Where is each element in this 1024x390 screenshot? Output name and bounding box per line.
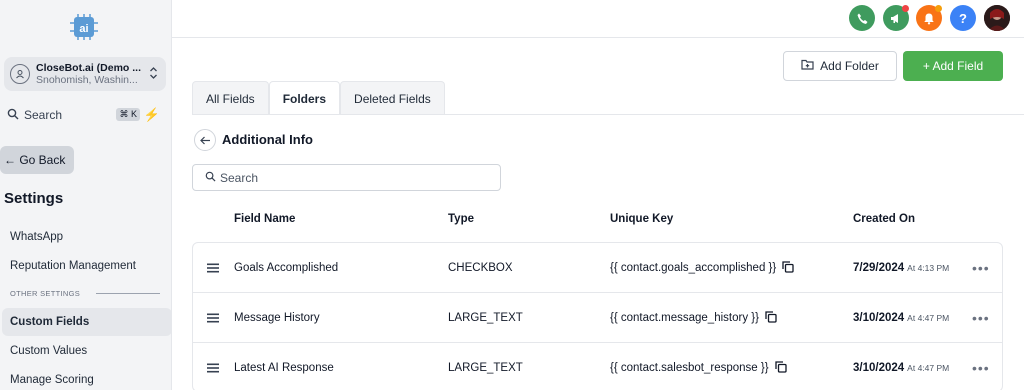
- avatar[interactable]: [984, 5, 1010, 31]
- copy-icon[interactable]: [765, 310, 777, 326]
- header-unique-key: Unique Key: [610, 213, 674, 225]
- megaphone-icon[interactable]: [883, 5, 909, 31]
- sidebar-item-custom-fields[interactable]: Custom Fields: [2, 308, 172, 336]
- sidebar-search[interactable]: Search ⌘ K ⚡: [4, 104, 166, 126]
- bolt-icon[interactable]: ⚡: [144, 107, 160, 123]
- created-time: At 4:47 PM: [907, 363, 950, 373]
- field-key: {{ contact.salesbot_response }}: [610, 362, 769, 374]
- created-time: At 4:47 PM: [907, 313, 950, 323]
- field-type: CHECKBOX: [448, 262, 513, 274]
- field-key-cell: {{ contact.salesbot_response }}: [610, 343, 787, 390]
- copy-icon[interactable]: [774, 360, 787, 376]
- table-row[interactable]: Message History LARGE_TEXT {{ contact.me…: [193, 293, 1002, 343]
- table-row[interactable]: Latest AI Response LARGE_TEXT {{ contact…: [193, 343, 1002, 390]
- drag-handle-icon[interactable]: [207, 343, 219, 390]
- field-name: Latest AI Response: [234, 362, 334, 374]
- more-options-icon[interactable]: •••: [972, 343, 990, 390]
- logo-text: ai: [79, 23, 88, 35]
- back-arrow-icon[interactable]: [194, 129, 216, 151]
- search-shortcut: ⌘ K: [116, 108, 140, 121]
- search-icon: [205, 171, 216, 185]
- created-date: 3/10/2024: [853, 362, 905, 374]
- folder-plus-icon: [801, 59, 814, 73]
- sidebar-item-whatsapp[interactable]: WhatsApp: [2, 223, 172, 251]
- search-icon: [7, 108, 19, 123]
- account-location: Snohomish, Washin...: [36, 74, 138, 86]
- tabs-divider: [192, 114, 1024, 115]
- created-date: 7/29/2024: [853, 262, 905, 274]
- folder-title: Additional Info: [222, 132, 313, 147]
- tab-deleted-fields[interactable]: Deleted Fields: [340, 81, 445, 115]
- created-time: At 4:13 PM: [907, 263, 950, 273]
- top-bar: ?: [172, 0, 1024, 38]
- fields-table: Goals Accomplished CHECKBOX {{ contact.g…: [192, 242, 1003, 390]
- field-type: LARGE_TEXT: [448, 312, 523, 324]
- chevron-updown-icon: [149, 66, 158, 85]
- help-icon[interactable]: ?: [950, 5, 976, 31]
- created-date: 3/10/2024: [853, 312, 905, 324]
- bell-icon[interactable]: [916, 5, 942, 31]
- search-input[interactable]: [220, 170, 480, 185]
- add-folder-button[interactable]: Add Folder: [783, 51, 897, 81]
- created-on-cell: 3/10/2024 At 4:47 PM: [853, 343, 949, 390]
- other-settings-label: OTHER SETTINGS: [10, 289, 81, 298]
- sidebar-search-label: Search: [24, 108, 63, 122]
- field-name: Message History: [234, 312, 320, 324]
- other-settings-divider: OTHER SETTINGS: [10, 289, 160, 298]
- location-icon: [10, 64, 30, 84]
- field-type: LARGE_TEXT: [448, 362, 523, 374]
- app-logo[interactable]: ai: [70, 14, 98, 40]
- main-content: Add Folder + Add Field All Fields Folder…: [172, 38, 1024, 390]
- add-folder-label: Add Folder: [820, 59, 879, 73]
- sidebar: ai CloseBot.ai (Demo ... Snohomish, Wash…: [0, 0, 172, 390]
- created-on-cell: 3/10/2024 At 4:47 PM: [853, 293, 949, 343]
- tab-all-fields[interactable]: All Fields: [192, 81, 269, 115]
- header-created-on: Created On: [853, 213, 915, 225]
- field-name: Goals Accomplished: [234, 262, 339, 274]
- account-switcher[interactable]: CloseBot.ai (Demo ... Snohomish, Washin.…: [4, 57, 166, 91]
- field-key: {{ contact.goals_accomplished }}: [610, 262, 777, 274]
- header-type: Type: [448, 213, 474, 225]
- header-field-name: Field Name: [234, 213, 296, 225]
- sidebar-item-custom-values[interactable]: Custom Values: [2, 337, 172, 365]
- phone-icon[interactable]: [849, 5, 875, 31]
- settings-heading: Settings: [4, 190, 64, 207]
- account-name: CloseBot.ai (Demo ...: [36, 62, 142, 74]
- drag-handle-icon[interactable]: [207, 243, 219, 293]
- add-field-button[interactable]: + Add Field: [903, 51, 1003, 81]
- sidebar-item-reputation-management[interactable]: Reputation Management: [2, 252, 172, 280]
- created-on-cell: 7/29/2024 At 4:13 PM: [853, 243, 949, 293]
- more-options-icon[interactable]: •••: [972, 243, 990, 293]
- drag-handle-icon[interactable]: [207, 293, 219, 343]
- tab-bar: All Fields Folders Deleted Fields: [192, 81, 445, 115]
- notification-dot: [902, 5, 909, 12]
- bell-dot: [935, 5, 942, 12]
- sidebar-item-manage-scoring[interactable]: Manage Scoring: [2, 366, 172, 390]
- field-key-cell: {{ contact.goals_accomplished }}: [610, 243, 794, 293]
- field-key-cell: {{ contact.message_history }}: [610, 293, 777, 343]
- tab-folders[interactable]: Folders: [268, 81, 341, 115]
- more-options-icon[interactable]: •••: [972, 293, 990, 343]
- field-search: [192, 164, 501, 191]
- go-back-button[interactable]: ← Go Back: [0, 146, 74, 174]
- copy-icon[interactable]: [782, 260, 794, 276]
- field-key: {{ contact.message_history }}: [610, 312, 759, 324]
- table-row[interactable]: Goals Accomplished CHECKBOX {{ contact.g…: [193, 243, 1002, 293]
